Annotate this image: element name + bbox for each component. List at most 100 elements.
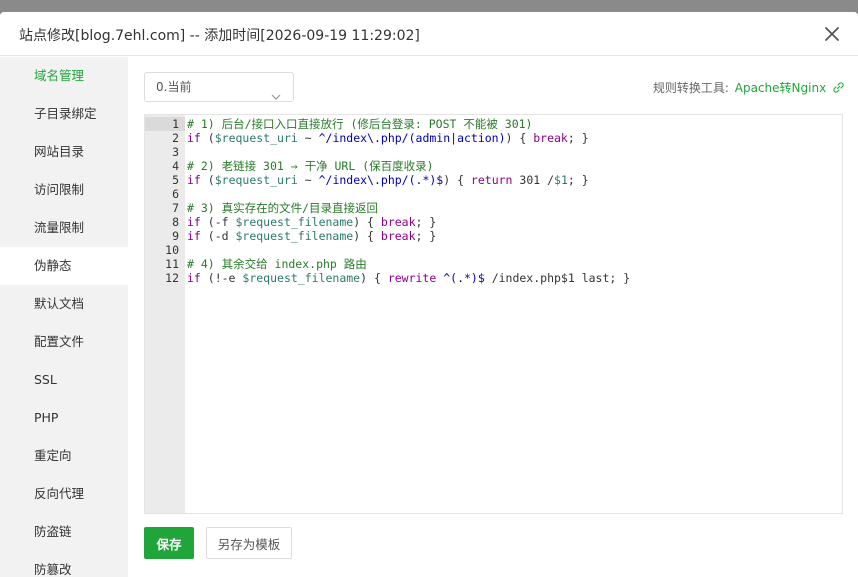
select-value: 0.当前 (156, 80, 192, 94)
backdrop-strip (0, 0, 858, 12)
external-link-icon[interactable] (833, 82, 844, 93)
code-token: $request_filename (235, 229, 354, 243)
code-line: 1 # 1) 后台/接口入口直接放行 (修后台登录: POST 不能被 301) (145, 117, 842, 131)
sidebar-item[interactable]: 伪静态 (0, 247, 128, 285)
code-token: ; } (567, 131, 589, 145)
sidebar-item[interactable]: PHP (0, 399, 128, 437)
code-line: 3 (145, 145, 842, 159)
code-token: if (187, 229, 201, 243)
sidebar-item[interactable]: 访问限制 (0, 171, 128, 209)
line-number: 8 (172, 215, 179, 229)
code-text: # 3) 真实存在的文件/目录直接返回 (187, 201, 378, 215)
rule-convert-label: 规则转换工具: (652, 81, 729, 95)
code-token: # 4) 其余交给 index.php 路由 (187, 257, 367, 271)
code-token: ) { (360, 271, 388, 285)
code-token: if (187, 271, 201, 285)
code-token: ; } (415, 229, 437, 243)
code-token: if (187, 215, 201, 229)
code-token: $request_uri (214, 131, 298, 145)
rewrite-code-editor[interactable]: 1 # 1) 后台/接口入口直接放行 (修后台登录: POST 不能被 301) 2… (144, 114, 843, 514)
code-token: if (187, 173, 201, 187)
code-line: 10 (145, 243, 842, 257)
code-token: break (533, 131, 568, 145)
code-token: rewrite (387, 271, 437, 285)
sidebar-item[interactable]: 域名管理 (0, 57, 128, 95)
code-line: 11 # 4) 其余交给 index.php 路由 (145, 257, 842, 271)
line-number: 1 (172, 117, 179, 131)
sidebar-item[interactable]: 默认文档 (0, 285, 128, 323)
code-token: ^/index\.php/(admin|action) (318, 131, 506, 145)
rule-convert-tool: 规则转换工具: Apache转Nginx (653, 79, 844, 96)
code-token: break (380, 215, 416, 229)
code-token: if (187, 131, 201, 145)
line-number: 9 (172, 229, 179, 243)
code-token: ) { (353, 229, 381, 243)
sidebar-item[interactable]: 防篡改 (0, 551, 128, 577)
code-token: $request_uri (214, 173, 298, 187)
settings-sidebar: 域名管理 子目录绑定 网站目录 访问限制 流量限制 伪静态 默认文档 配置文件 SSL PHP 重定… (0, 57, 128, 577)
code-token: 301 / (512, 173, 555, 187)
code-token: break (380, 229, 416, 243)
code-token: $request_filename (235, 215, 354, 229)
code-token: ( (200, 173, 215, 187)
code-token: $request_filename (242, 271, 361, 285)
save-as-template-button[interactable]: 另存为模板 (206, 527, 292, 559)
line-number: 12 (165, 271, 179, 285)
rewrite-panel: 0.当前 规则转换工具: Apache转Nginx 1 # 1) 后台/接口入口直… (128, 57, 858, 577)
code-token: ; } (567, 173, 589, 187)
code-token: ~ (297, 173, 319, 187)
code-line: 4 # 2) 老链接 301 → 干净 URL (保百度收录) (145, 159, 842, 173)
line-number: 6 (172, 187, 179, 201)
sidebar-item[interactable]: 网站目录 (0, 133, 128, 171)
code-token: return (470, 173, 513, 187)
code-token: ^/index\.php/(.*)$ (318, 173, 444, 187)
code-token: # 3) 真实存在的文件/目录直接返回 (187, 201, 379, 215)
apache-to-nginx-link[interactable]: Apache转Nginx (735, 81, 826, 95)
sidebar-item[interactable]: 子目录绑定 (0, 95, 128, 133)
line-number: 4 (172, 159, 179, 173)
chevron-down-icon (271, 83, 281, 100)
line-number: 5 (172, 173, 179, 187)
code-token: # 2) 老链接 301 → 干净 URL (保百度收录) (187, 159, 434, 173)
sidebar-item[interactable]: 重定向 (0, 437, 128, 475)
code-line: 8 if (-f $request_filename) { break; } (145, 215, 842, 229)
code-token: ^(.*)$ (443, 271, 485, 285)
code-token: (-f (200, 215, 236, 229)
code-token: ( (200, 131, 215, 145)
sidebar-item[interactable]: 配置文件 (0, 323, 128, 361)
code-token: $1 (554, 173, 568, 187)
code-text: # 4) 其余交给 index.php 路由 (187, 257, 367, 271)
sidebar-item[interactable]: 流量限制 (0, 209, 128, 247)
sidebar-item[interactable]: 防盗链 (0, 513, 128, 551)
code-line: 12 if (!-e $request_filename) { rewrite ^… (145, 271, 842, 285)
code-line: 7 # 3) 真实存在的文件/目录直接返回 (145, 201, 842, 215)
code-text: if (-f $request_filename) { break; } (187, 215, 436, 229)
code-text: if (-d $request_filename) { break; } (187, 229, 436, 243)
code-token: ; } (415, 215, 437, 229)
sidebar-item[interactable]: 反向代理 (0, 475, 128, 513)
line-number: 3 (172, 145, 179, 159)
line-number: 2 (172, 131, 179, 145)
code-token: (-d (200, 229, 236, 243)
line-number: 10 (165, 243, 179, 257)
site-edit-dialog: 站点修改[blog.7ehl.com] -- 添加时间[2026-09-19 1… (0, 12, 858, 577)
close-icon[interactable] (822, 24, 842, 44)
code-text: # 2) 老链接 301 → 干净 URL (保百度收录) (187, 159, 434, 173)
rewrite-template-select[interactable]: 0.当前 (144, 72, 294, 102)
dialog-titlebar: 站点修改[blog.7ehl.com] -- 添加时间[2026-09-19 1… (0, 12, 858, 56)
code-text: if ($request_uri ~ ^/index\.php/(.*)$) {… (187, 173, 589, 187)
code-line: 9 if (-d $request_filename) { break; } (145, 229, 842, 243)
code-token: ~ (297, 131, 319, 145)
code-token: (!-e (200, 271, 243, 285)
code-text: # 1) 后台/接口入口直接放行 (修后台登录: POST 不能被 301) (187, 117, 532, 131)
save-button[interactable]: 保存 (144, 527, 194, 559)
sidebar-item[interactable]: SSL (0, 361, 128, 399)
dialog-title: 站点修改[blog.7ehl.com] -- 添加时间[2026-09-19 1… (19, 28, 420, 44)
code-line: 5 if ($request_uri ~ ^/index\.php/(.*)$) … (145, 173, 842, 187)
code-line: 6 (145, 187, 842, 201)
code-token: ) { (353, 215, 381, 229)
line-number: 7 (172, 201, 179, 215)
code-text: if ($request_uri ~ ^/index\.php/(admin|a… (187, 131, 589, 145)
code-line: 2 if ($request_uri ~ ^/index\.php/(admin|… (145, 131, 842, 145)
code-token: # 1) 后台/接口入口直接放行 (修后台登录: POST 不能被 301) (187, 117, 533, 131)
